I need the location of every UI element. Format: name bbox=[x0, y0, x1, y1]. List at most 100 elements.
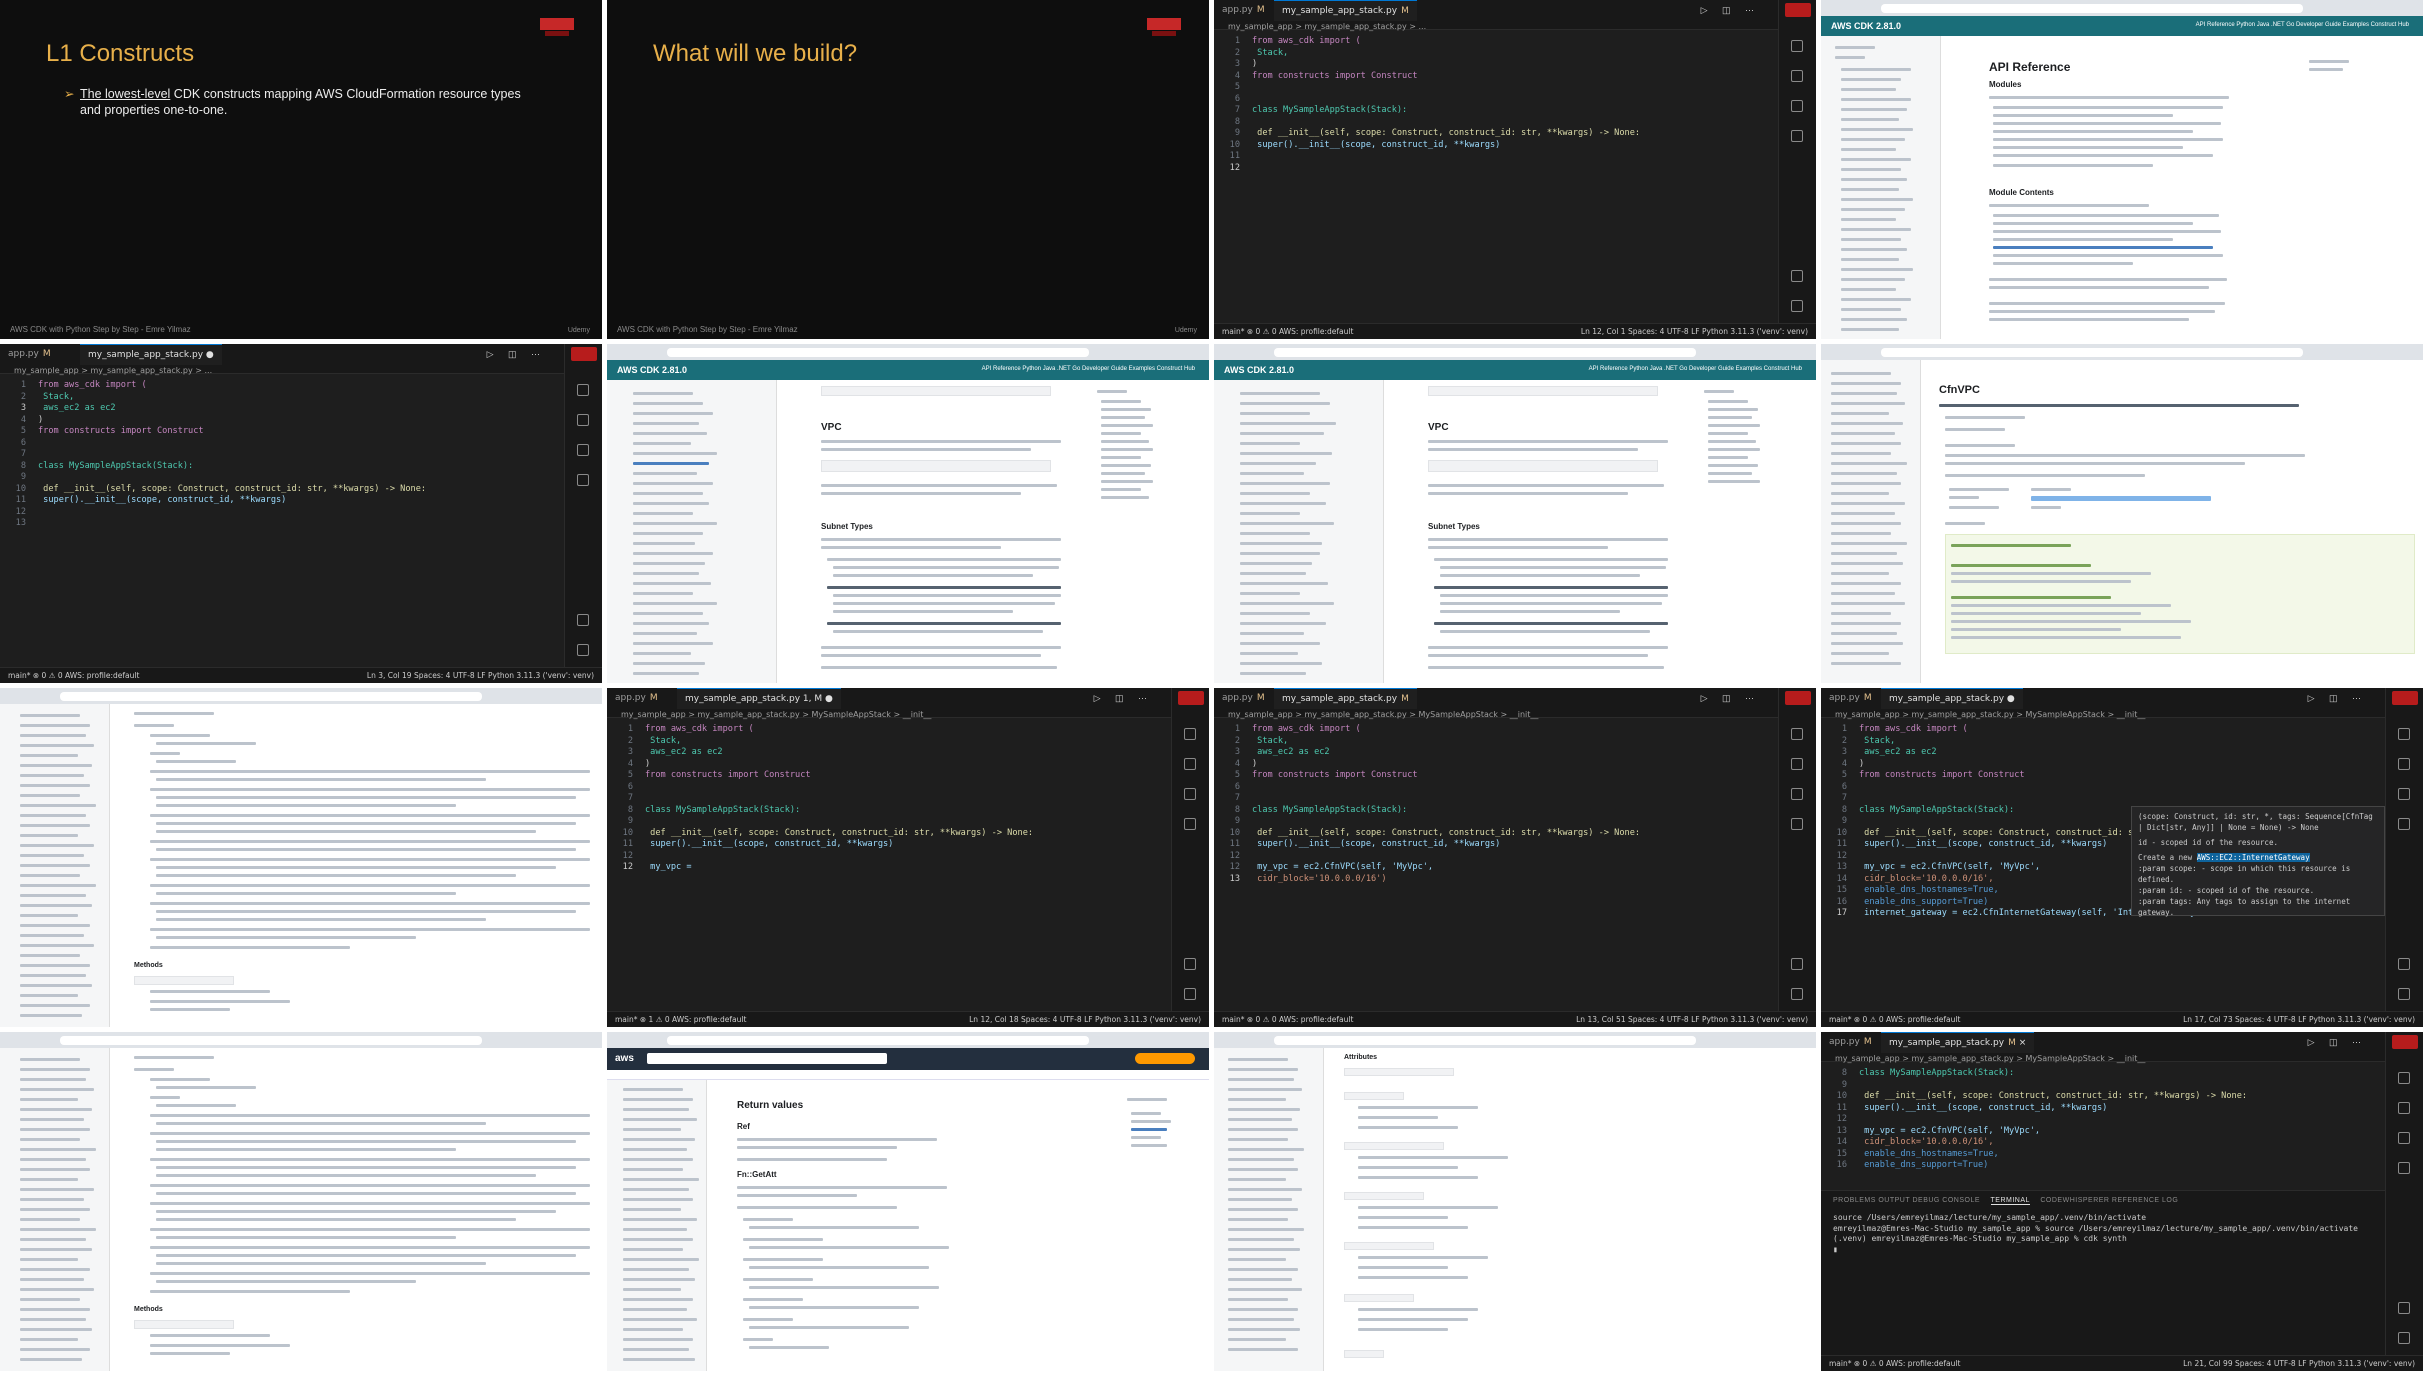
editor-actions[interactable]: ▷ ◫ ⋯ bbox=[487, 349, 546, 360]
tab-app[interactable]: app.py M bbox=[1214, 0, 1273, 21]
gear-icon[interactable] bbox=[2398, 988, 2410, 1000]
tab-stack[interactable]: my_sample_app_stack.py ● bbox=[1881, 688, 2023, 709]
code-editor[interactable]: 1 from aws_cdk import ( 2 Stack, 3 aws_ec… bbox=[607, 724, 1171, 874]
search-icon[interactable] bbox=[2398, 1072, 2410, 1084]
browser-toolbar[interactable] bbox=[1821, 344, 2423, 360]
gear-icon[interactable] bbox=[577, 644, 589, 656]
extensions-icon[interactable] bbox=[1184, 818, 1196, 830]
breadcrumb[interactable]: my_sample_app > my_sample_app_stack.py >… bbox=[607, 709, 931, 720]
gear-icon[interactable] bbox=[1791, 988, 1803, 1000]
address-bar[interactable] bbox=[1274, 1036, 1696, 1045]
account-icon[interactable] bbox=[1791, 270, 1803, 282]
tab-stack[interactable]: my_sample_app_stack.py M bbox=[1274, 0, 1417, 21]
docs-sidebar[interactable] bbox=[1821, 36, 1941, 339]
docs-sidebar[interactable] bbox=[0, 704, 110, 1027]
browser-toolbar[interactable] bbox=[0, 1032, 602, 1048]
terminal-output[interactable]: source /Users/emreyilmaz/lecture/my_samp… bbox=[1833, 1213, 2365, 1255]
source-control-icon[interactable] bbox=[2398, 758, 2410, 770]
activity-bar[interactable] bbox=[2385, 1032, 2423, 1355]
code-editor[interactable]: 8 class MySampleAppStack(Stack): 9 10 def… bbox=[1821, 1068, 2385, 1172]
panel-tabs[interactable]: PROBLEMS OUTPUT DEBUG CONSOLE TERMINAL C… bbox=[1833, 1197, 2178, 1205]
source-control-icon[interactable] bbox=[1791, 758, 1803, 770]
address-bar[interactable] bbox=[60, 1036, 482, 1045]
run-debug-icon[interactable] bbox=[2398, 1132, 2410, 1144]
run-debug-icon[interactable] bbox=[1184, 788, 1196, 800]
code-editor[interactable]: 1 from aws_cdk import ( 2 Stack, 3) 4 from… bbox=[1214, 36, 1778, 174]
breadcrumb[interactable]: my_sample_app > my_sample_app_stack.py >… bbox=[1821, 709, 2145, 720]
gear-icon[interactable] bbox=[1184, 988, 1196, 1000]
aws-logo[interactable]: aws bbox=[615, 1053, 634, 1064]
aws-search-input[interactable] bbox=[647, 1053, 887, 1064]
extensions-icon[interactable] bbox=[1791, 818, 1803, 830]
docs-sidebar[interactable] bbox=[607, 1080, 707, 1371]
search-icon[interactable] bbox=[2398, 728, 2410, 740]
docs-sidebar[interactable] bbox=[607, 380, 777, 683]
address-bar[interactable] bbox=[1881, 4, 2303, 13]
docs-sidebar[interactable] bbox=[1821, 360, 1921, 683]
breadcrumb[interactable]: my_sample_app > my_sample_app_stack.py >… bbox=[1214, 21, 1426, 32]
account-icon[interactable] bbox=[1791, 958, 1803, 970]
extensions-icon[interactable] bbox=[2398, 818, 2410, 830]
breadcrumb[interactable]: my_sample_app > my_sample_app_stack.py >… bbox=[1214, 709, 1538, 720]
tab-app[interactable]: app.py M bbox=[1821, 1032, 1880, 1053]
editor-actions[interactable]: ▷ ◫ ⋯ bbox=[2308, 693, 2367, 704]
address-bar[interactable] bbox=[1881, 348, 2303, 357]
code-editor[interactable]: 1 from aws_cdk import ( 2 Stack, 3 aws_ec… bbox=[1214, 724, 1778, 885]
account-icon[interactable] bbox=[577, 614, 589, 626]
gear-icon[interactable] bbox=[1791, 300, 1803, 312]
docs-sidebar[interactable] bbox=[0, 1048, 110, 1371]
account-icon[interactable] bbox=[2398, 1302, 2410, 1314]
extensions-icon[interactable] bbox=[2398, 1162, 2410, 1174]
browser-toolbar[interactable] bbox=[1821, 0, 2423, 16]
run-debug-icon[interactable] bbox=[577, 444, 589, 456]
tab-stack[interactable]: my_sample_app_stack.py ● bbox=[80, 344, 222, 365]
search-icon[interactable] bbox=[1791, 728, 1803, 740]
run-debug-icon[interactable] bbox=[2398, 788, 2410, 800]
extensions-icon[interactable] bbox=[577, 474, 589, 486]
tab-stack[interactable]: my_sample_app_stack.py M × bbox=[1881, 1032, 2035, 1053]
source-control-icon[interactable] bbox=[577, 414, 589, 426]
editor-actions[interactable]: ▷ ◫ ⋯ bbox=[1094, 693, 1153, 704]
search-icon[interactable] bbox=[1184, 728, 1196, 740]
code-editor[interactable]: 1 from aws_cdk import ( 2 Stack, 3 aws_ec… bbox=[0, 380, 564, 530]
editor-actions[interactable]: ▷ ◫ ⋯ bbox=[2308, 1037, 2367, 1048]
activity-bar[interactable] bbox=[2385, 688, 2423, 1011]
tab-app[interactable]: app.py M bbox=[1821, 688, 1880, 709]
browser-toolbar[interactable] bbox=[1214, 1032, 1816, 1048]
activity-bar[interactable] bbox=[1778, 688, 1816, 1011]
address-bar[interactable] bbox=[1274, 348, 1696, 357]
editor-actions[interactable]: ▷ ◫ ⋯ bbox=[1701, 5, 1760, 16]
tab-app[interactable]: app.py M bbox=[607, 688, 666, 709]
extensions-icon[interactable] bbox=[1791, 130, 1803, 142]
address-bar[interactable] bbox=[667, 1036, 1089, 1045]
source-control-icon[interactable] bbox=[2398, 1102, 2410, 1114]
docs-sidebar[interactable] bbox=[1214, 1048, 1324, 1371]
gear-icon[interactable] bbox=[2398, 1332, 2410, 1344]
terminal-panel[interactable]: PROBLEMS OUTPUT DEBUG CONSOLE TERMINAL C… bbox=[1821, 1190, 2385, 1355]
account-icon[interactable] bbox=[1184, 958, 1196, 970]
search-icon[interactable] bbox=[577, 384, 589, 396]
run-debug-icon[interactable] bbox=[1791, 788, 1803, 800]
run-debug-icon[interactable] bbox=[1791, 100, 1803, 112]
search-icon[interactable] bbox=[1791, 40, 1803, 52]
tab-app[interactable]: app.py M bbox=[1214, 688, 1273, 709]
source-control-icon[interactable] bbox=[1791, 70, 1803, 82]
activity-bar[interactable] bbox=[1171, 688, 1209, 1011]
tab-stack[interactable]: my_sample_app_stack.py 1, M ● bbox=[677, 688, 841, 709]
address-bar[interactable] bbox=[667, 348, 1089, 357]
activity-bar[interactable] bbox=[1778, 0, 1816, 323]
docs-sidebar[interactable] bbox=[1214, 380, 1384, 683]
breadcrumb[interactable]: my_sample_app > my_sample_app_stack.py >… bbox=[0, 365, 212, 376]
console-button[interactable] bbox=[1135, 1053, 1195, 1064]
browser-toolbar[interactable] bbox=[607, 344, 1209, 360]
browser-toolbar[interactable] bbox=[0, 688, 602, 704]
browser-toolbar[interactable] bbox=[1214, 344, 1816, 360]
source-control-icon[interactable] bbox=[1184, 758, 1196, 770]
address-bar[interactable] bbox=[60, 692, 482, 701]
activity-bar[interactable] bbox=[564, 344, 602, 667]
browser-toolbar[interactable] bbox=[607, 1032, 1209, 1048]
editor-actions[interactable]: ▷ ◫ ⋯ bbox=[1701, 693, 1760, 704]
tab-app[interactable]: app.py M bbox=[0, 344, 59, 365]
account-icon[interactable] bbox=[2398, 958, 2410, 970]
aws-docs-nav[interactable] bbox=[607, 1070, 1209, 1080]
